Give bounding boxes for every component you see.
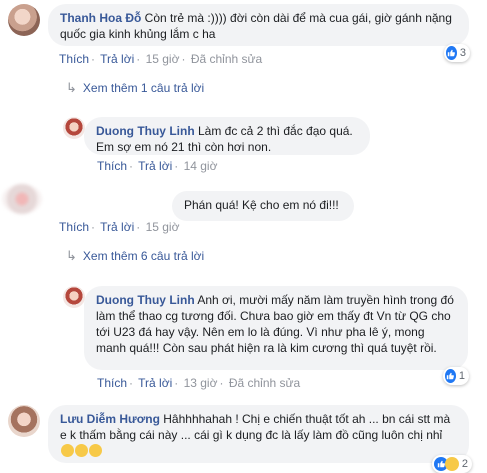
avatar[interactable] [8, 405, 40, 437]
comment-text: Phán quá! Kệ cho em nó đi!!! [184, 198, 339, 212]
reply-link[interactable]: Trả lời [138, 376, 172, 390]
reply-link[interactable]: Trả lời [100, 52, 134, 66]
edited-label[interactable]: Đã chỉnh sửa [191, 52, 262, 66]
comment-author[interactable]: Lưu Diễm Hương [60, 412, 160, 426]
timestamp[interactable]: 13 giờ [184, 376, 218, 390]
comment-actions: Thích · Trả lời · 15 giờ [59, 220, 180, 234]
avatar[interactable] [63, 286, 85, 308]
view-more-replies[interactable]: ↳ Xem thêm 1 câu trả lời [66, 80, 204, 96]
rofl-emoji-icon [89, 444, 102, 457]
comment-actions: Thích · Trả lời · 14 giờ [97, 159, 218, 173]
like-link[interactable]: Thích [59, 220, 89, 234]
reply-arrow-icon: ↳ [66, 80, 77, 95]
reaction-count: 3 [459, 47, 466, 59]
edited-label[interactable]: Đã chỉnh sửa [229, 376, 300, 390]
reply-link[interactable]: Trả lời [138, 159, 172, 173]
reaction-count: 1 [458, 370, 465, 382]
timestamp[interactable]: 15 giờ [146, 52, 180, 66]
avatar[interactable] [63, 117, 85, 139]
like-link[interactable]: Thích [97, 159, 127, 173]
timestamp[interactable]: 14 giờ [184, 159, 218, 173]
reaction-summary[interactable]: 2 [432, 455, 472, 473]
comment-bubble: Duong Thuy Linh Anh ơi, mười mấy năm làm… [84, 286, 468, 370]
rofl-emoji-icon [75, 444, 88, 457]
reply-arrow-icon: ↳ [66, 248, 77, 263]
rofl-emoji-icon [61, 444, 74, 457]
reaction-count: 2 [461, 458, 468, 470]
haha-icon [444, 457, 459, 471]
like-link[interactable]: Thích [97, 376, 127, 390]
like-icon [445, 369, 456, 383]
comment-author[interactable]: Duong Thuy Linh [96, 293, 195, 307]
avatar[interactable] [8, 4, 40, 36]
timestamp[interactable]: 15 giờ [146, 220, 180, 234]
like-icon [446, 46, 457, 60]
comment-author[interactable]: Duong Thuy Linh [96, 124, 195, 138]
comment-bubble: Thanh Hoa Đỗ Còn trẻ mà :)))) đời còn dà… [48, 4, 469, 46]
comment-bubble: Phán quá! Kệ cho em nó đi!!! [172, 191, 354, 221]
reply-link[interactable]: Trả lời [100, 220, 134, 234]
comment-author[interactable]: Thanh Hoa Đỗ [60, 11, 141, 25]
avatar[interactable] [2, 184, 42, 214]
comment-actions: Thích · Trả lời · 13 giờ · Đã chỉnh sửa [97, 376, 301, 390]
reaction-summary[interactable]: 1 [443, 367, 469, 385]
view-more-replies[interactable]: ↳ Xem thêm 6 câu trả lời [66, 248, 204, 264]
reaction-summary[interactable]: 3 [444, 44, 470, 62]
comment-bubble: Duong Thuy Linh Làm đc cả 2 thì đắc đạo … [84, 117, 370, 155]
like-link[interactable]: Thích [59, 52, 89, 66]
comment-bubble: Lưu Diễm Hương Hâhhhhahah ! Chị e chiến … [48, 405, 469, 463]
comment-actions: Thích · Trả lời · 15 giờ · Đã chỉnh sửa [59, 52, 263, 66]
